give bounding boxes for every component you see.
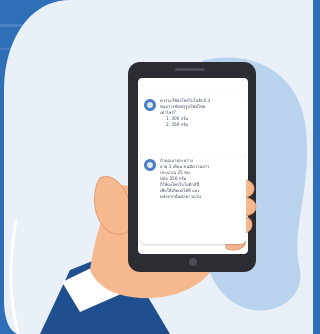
message-2-line-7: หลังจากนั้นต่อยาวนาน	[160, 194, 201, 199]
message-1-option-2: 2. 350 กรัม	[166, 122, 189, 127]
illustration-scene: ควรจะใช้ผงโพรไบโอติกส์ 3 ซองการขัดพรุรูป…	[0, 0, 313, 334]
chat-message-1: ควรจะใช้ผงโพรไบโอติกส์ 3 ซองการขัดพรุรูป…	[140, 94, 246, 158]
phone-screen-content: ควรจะใช้ผงโพรไบโอติกส์ 3 ซองการขัดพรุรูป…	[140, 82, 246, 250]
avatar-icon	[144, 159, 156, 171]
home-button	[189, 258, 197, 266]
avatar-icon	[144, 99, 156, 111]
chat-message-2: ถ้าคุณอายุระหว่าง อายุ 3 เดือน ขนมีความย…	[140, 154, 246, 244]
